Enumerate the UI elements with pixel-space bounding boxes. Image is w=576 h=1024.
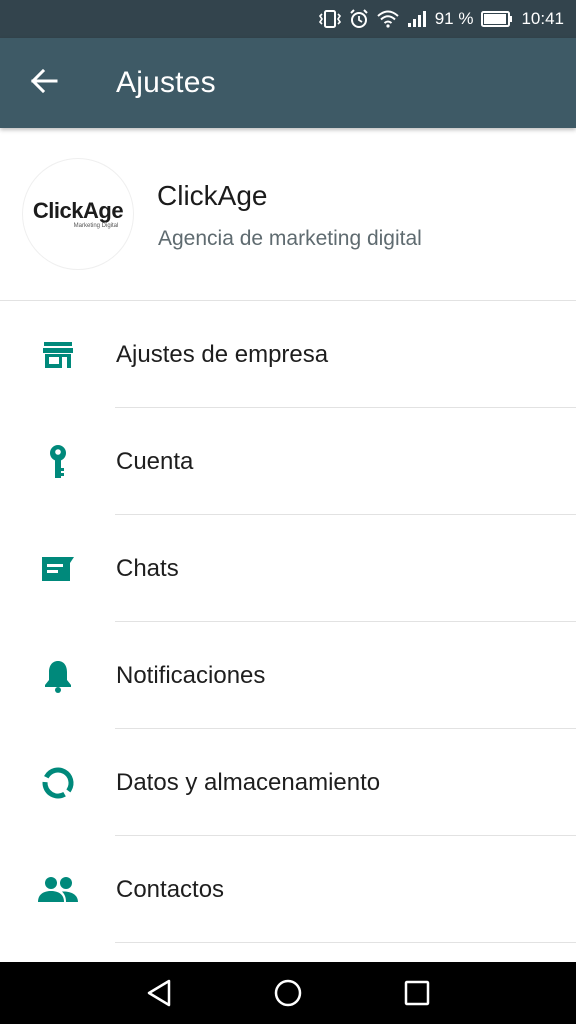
avatar[interactable]: ClickAge Marketing Digital xyxy=(22,158,134,270)
recents-square-icon[interactable] xyxy=(401,977,433,1009)
data-usage-icon xyxy=(38,764,78,802)
profile-header[interactable]: ClickAge Marketing Digital ClickAge Agen… xyxy=(0,128,576,301)
bell-icon xyxy=(38,657,78,695)
menu-item-business-settings[interactable]: Ajustes de empresa xyxy=(0,301,576,408)
battery-icon xyxy=(481,11,513,27)
status-time: 10:41 xyxy=(521,9,564,28)
profile-name: ClickAge xyxy=(157,180,268,211)
avatar-logo-text: ClickAge xyxy=(32,197,124,223)
menu-item-label: Datos y almacenamiento xyxy=(116,769,381,796)
profile-status: Agencia de marketing digital xyxy=(158,227,422,250)
back-triangle-icon[interactable] xyxy=(143,977,175,1009)
settings-menu: Ajustes de empresa Cuenta Chats Notifica… xyxy=(0,301,576,943)
menu-item-notifications[interactable]: Notificaciones xyxy=(0,622,576,729)
page-title: Ajustes xyxy=(116,66,216,99)
alarm-icon xyxy=(349,9,369,29)
menu-item-label: Ajustes de empresa xyxy=(116,341,329,368)
menu-item-contacts[interactable]: Contactos xyxy=(0,836,576,943)
menu-item-label: Cuenta xyxy=(116,448,194,475)
battery-percent: 91 % xyxy=(434,9,474,28)
back-button[interactable] xyxy=(20,61,68,105)
system-nav-bar xyxy=(0,962,576,1024)
home-circle-icon[interactable] xyxy=(272,977,304,1009)
vibrate-icon xyxy=(318,10,341,28)
arrow-back-icon xyxy=(30,68,58,98)
key-icon xyxy=(38,443,78,481)
store-icon xyxy=(38,336,78,374)
contacts-icon xyxy=(38,871,78,909)
menu-item-data-storage[interactable]: Datos y almacenamiento xyxy=(0,729,576,836)
menu-item-chats[interactable]: Chats xyxy=(0,515,576,622)
app-bar: Ajustes xyxy=(0,38,576,128)
wifi-icon xyxy=(377,10,399,28)
menu-item-label: Chats xyxy=(116,555,179,582)
chat-icon xyxy=(38,550,78,588)
status-bar: 91 % 10:41 xyxy=(0,0,576,38)
signal-icon xyxy=(407,10,427,28)
menu-item-label: Contactos xyxy=(116,876,225,903)
divider xyxy=(115,942,576,943)
menu-item-label: Notificaciones xyxy=(116,662,266,689)
avatar-logo-subtext: Marketing Digital xyxy=(73,222,119,229)
menu-item-account[interactable]: Cuenta xyxy=(0,408,576,515)
